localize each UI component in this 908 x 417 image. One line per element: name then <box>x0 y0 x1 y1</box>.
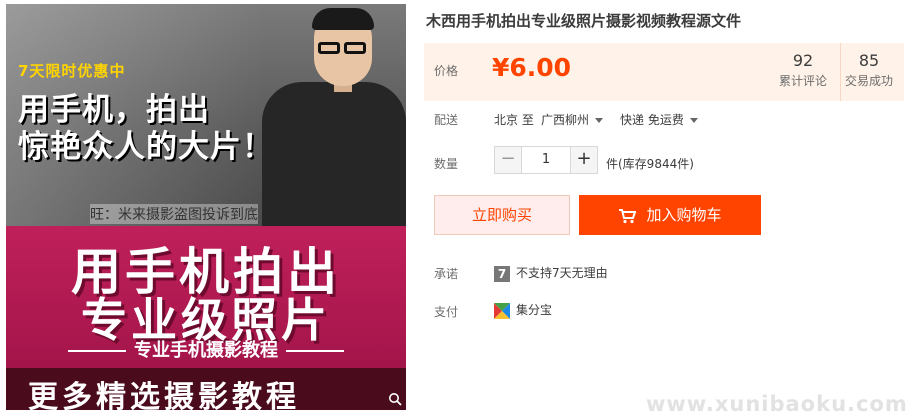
review-label: 累计评论 <box>778 74 827 88</box>
payment-method-label: 集分宝 <box>516 303 553 317</box>
shipping-value: 快递 免运费 <box>620 113 684 127</box>
payment-method[interactable]: 集分宝 <box>494 301 552 319</box>
stock-info: 件(库存9844件) <box>606 157 694 171</box>
jifenbao-icon <box>494 302 510 319</box>
promise-label: 承诺 <box>434 267 459 281</box>
magnifier-icon[interactable] <box>388 392 402 406</box>
product-page: 7天限时优惠中 用手机，拍出 惊艳众人的大片！ 旺：米来摄影盗图投诉到底 用手机… <box>0 0 908 417</box>
site-watermark: www.xunibaoku.com <box>646 392 908 416</box>
payment-label: 支付 <box>434 305 459 319</box>
no-return-badge-icon: 7 <box>494 265 510 282</box>
deal-stat: 85 交易成功 <box>842 51 896 89</box>
quantity-input[interactable]: 1 <box>522 146 570 174</box>
image-footer-text: 更多精选摄影教程 <box>28 380 300 410</box>
chevron-down-icon <box>689 118 698 123</box>
delivery-destination-select[interactable]: 广西柳州 <box>541 111 604 128</box>
image-subtitle: 专业手机摄影教程 <box>6 336 406 362</box>
delivery-from: 北京 至 <box>494 113 534 127</box>
promise-item[interactable]: 7 不支持7天无理由 <box>494 264 608 282</box>
presenter-photo <box>262 4 406 232</box>
quantity-label: 数量 <box>434 157 459 171</box>
product-main-image[interactable]: 7天限时优惠中 用手机，拍出 惊艳众人的大片！ 旺：米来摄影盗图投诉到底 用手机… <box>6 4 406 410</box>
promo-tag: 7天限时优惠中 <box>18 62 126 80</box>
decrease-button[interactable]: − <box>494 146 522 174</box>
review-count: 92 <box>792 51 814 70</box>
buy-now-button[interactable]: 立即购买 <box>434 195 570 235</box>
stat-divider <box>840 43 841 101</box>
headline-line-2: 惊艳众人的大片！ <box>18 129 274 165</box>
deal-count: 85 <box>858 51 880 70</box>
price-label: 价格 <box>434 64 459 78</box>
promise-text: 不支持7天无理由 <box>516 266 608 280</box>
increase-button[interactable]: + <box>570 146 598 174</box>
delivery-label: 配送 <box>434 113 459 127</box>
deal-label: 交易成功 <box>844 74 893 88</box>
review-stat[interactable]: 92 累计评论 <box>776 51 830 89</box>
price-panel: 价格 ¥6.00 92 累计评论 85 交易成功 <box>424 43 904 101</box>
image-watermark: 旺：米来摄影盗图投诉到底 <box>90 204 258 224</box>
destination-value: 广西柳州 <box>541 113 590 127</box>
cart-icon <box>619 208 637 223</box>
chevron-down-icon <box>595 118 604 123</box>
add-to-cart-label: 加入购物车 <box>646 206 722 224</box>
price-value: ¥6.00 <box>492 53 572 82</box>
quantity-stepper: − 1 + <box>494 146 598 174</box>
product-title: 木西用手机拍出专业级照片摄影视频教程源文件 <box>426 12 742 30</box>
add-to-cart-button[interactable]: 加入购物车 <box>579 195 761 235</box>
shipping-method-select[interactable]: 快递 免运费 <box>620 111 698 128</box>
